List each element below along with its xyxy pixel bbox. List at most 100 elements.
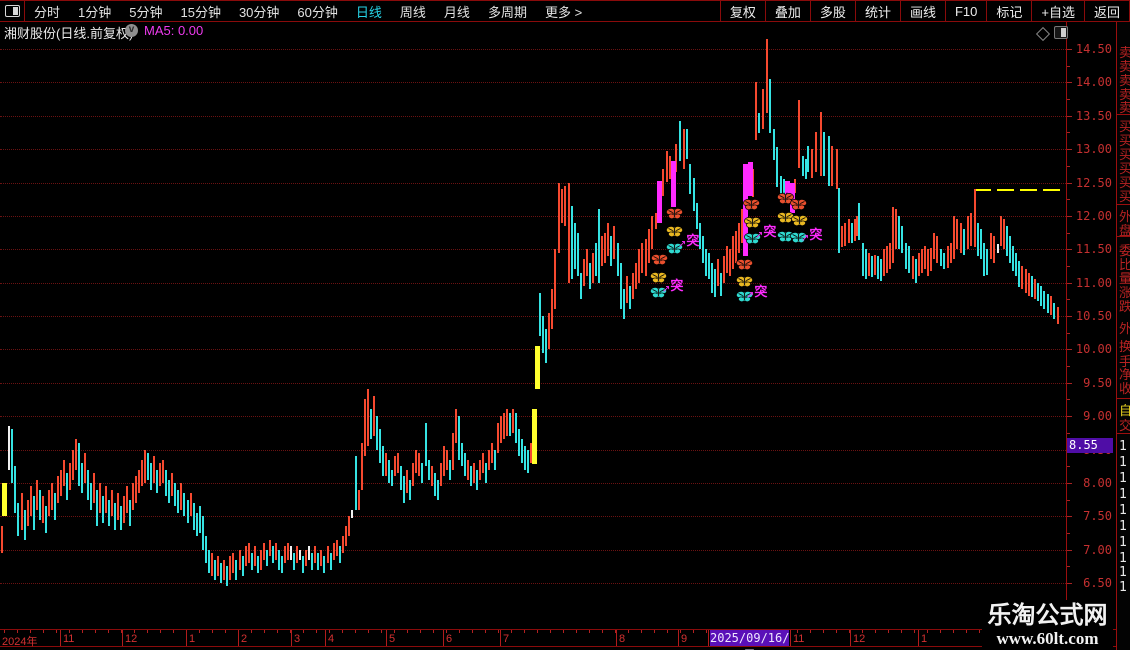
price-tick-label: 12.00 <box>1075 208 1112 223</box>
period-tab-周线[interactable]: 周线 <box>391 2 435 21</box>
tool-button-画线[interactable]: 画线 <box>899 1 945 21</box>
tool-button-标记[interactable]: 标记 <box>986 1 1031 21</box>
right-panel-char: 卖 <box>1119 101 1130 115</box>
tool-button-返回[interactable]: 返回 <box>1083 1 1130 21</box>
chart-plot-area[interactable] <box>0 40 1066 629</box>
chevron-down-icon[interactable]: v <box>125 24 138 37</box>
right-panel-separator <box>1117 398 1130 399</box>
month-label: 12 <box>853 633 866 645</box>
pane-toggle-icon[interactable] <box>1054 26 1068 39</box>
tool-button-复权[interactable]: 复权 <box>719 1 765 21</box>
right-panel-char: 买 <box>1119 148 1130 162</box>
time-minor-tick <box>368 630 369 633</box>
price-minor-tick <box>1067 366 1070 368</box>
time-minor-tick <box>628 630 629 633</box>
price-tick-label: 9.50 <box>1083 375 1112 390</box>
right-panel-char: 1 <box>1119 552 1127 566</box>
tool-button-多股[interactable]: 多股 <box>809 1 855 21</box>
watermark: 乐淘公式网 www.60lt.com <box>982 600 1113 650</box>
right-panel-char: 买 <box>1119 190 1130 204</box>
time-minor-tick <box>108 630 109 633</box>
period-tab-60分钟[interactable]: 60分钟 <box>288 2 346 21</box>
right-panel-char: 买 <box>1119 162 1130 176</box>
time-minor-tick <box>173 630 174 633</box>
right-panel-char: 量 <box>1119 272 1130 286</box>
right-panel-char: 1 <box>1119 581 1127 595</box>
time-minor-tick <box>498 630 499 633</box>
right-panel-char: 收 <box>1119 382 1130 396</box>
price-minor-tick <box>1067 65 1070 67</box>
period-tab-1分钟[interactable]: 1分钟 <box>69 2 120 21</box>
price-tick-label: 12.50 <box>1075 175 1112 190</box>
tool-button-+自选[interactable]: +自选 <box>1031 1 1084 21</box>
time-minor-tick <box>589 630 590 633</box>
chart-title-bar: 湘财股份(日线.前复权) v MA5: 0.00 <box>0 22 1068 42</box>
right-panel-clipped[interactable]: 卖卖卖卖卖买买买买买买外盘委比量涨跌外换手净收自交1111111111 <box>1116 22 1130 650</box>
time-minor-tick <box>316 630 317 633</box>
time-minor-tick <box>342 630 343 633</box>
tool-button-统计[interactable]: 统计 <box>854 1 900 21</box>
tool-button-F10[interactable]: F10 <box>944 1 986 21</box>
right-panel-char: 外 <box>1119 210 1130 224</box>
month-separator <box>186 630 187 646</box>
month-separator <box>325 630 326 646</box>
period-tab-15分钟[interactable]: 15分钟 <box>171 2 229 21</box>
price-tick-label: 13.50 <box>1075 108 1112 123</box>
price-minor-tick <box>1067 566 1070 568</box>
price-tick-label: 9.00 <box>1083 409 1112 424</box>
period-tab-多周期[interactable]: 多周期 <box>479 2 536 21</box>
month-separator <box>386 630 387 646</box>
stock-title: 湘财股份(日线.前复权) <box>4 26 134 41</box>
price-minor-tick <box>1067 466 1070 468</box>
price-tick-label: 10.00 <box>1075 342 1112 357</box>
time-minor-tick <box>381 630 382 633</box>
price-minor-tick <box>1067 432 1070 434</box>
price-tick-label: 6.50 <box>1083 576 1112 590</box>
right-panel-char: 委 <box>1119 244 1130 258</box>
month-separator <box>708 630 709 646</box>
time-minor-tick <box>82 630 83 633</box>
right-panel-char: 卖 <box>1119 60 1130 74</box>
diamond-marker-icon[interactable] <box>1035 26 1051 42</box>
tool-button-叠加[interactable]: 叠加 <box>764 1 810 21</box>
time-minor-tick <box>901 630 902 633</box>
time-axis[interactable]: 2024年1112123456789111212025/09/16/二 <box>0 629 1130 650</box>
tool-buttons: 复权 叠加 多股 统计 画线 F10 标记 +自选 返回 <box>719 1 1130 21</box>
time-minor-tick <box>602 630 603 633</box>
right-panel-separator <box>1117 204 1130 205</box>
month-separator <box>122 630 123 646</box>
right-panel-char: 1 <box>1119 504 1127 518</box>
selected-date-box: 2025/09/16/二 <box>710 630 790 650</box>
period-tab-更多 >[interactable]: 更多 > <box>536 2 591 21</box>
price-minor-tick <box>1067 199 1070 201</box>
right-panel-char: 买 <box>1119 120 1130 134</box>
price-tick-label: 13.00 <box>1075 142 1112 157</box>
right-panel-char: 换 <box>1119 340 1130 354</box>
right-panel-char: 卖 <box>1119 46 1130 60</box>
price-minor-tick <box>1067 332 1070 334</box>
price-minor-tick <box>1067 232 1070 234</box>
layout-toggle-button[interactable] <box>0 1 25 21</box>
month-label: 8 <box>619 633 626 645</box>
period-tab-30分钟[interactable]: 30分钟 <box>230 2 288 21</box>
time-minor-tick <box>524 630 525 633</box>
period-tab-日线[interactable]: 日线 <box>347 2 391 21</box>
right-panel-char: 1 <box>1119 440 1127 454</box>
time-minor-tick <box>537 630 538 633</box>
period-tab-月线[interactable]: 月线 <box>435 2 479 21</box>
price-tick-label: 8.00 <box>1083 475 1112 490</box>
time-minor-tick <box>966 630 967 633</box>
right-panel-char: 1 <box>1119 520 1127 534</box>
tdx-chart-window: 分时 1分钟 5分钟 15分钟 30分钟 60分钟 日线 周线 月线 多周期 更多 > 复权 叠加 多股… <box>0 0 1130 650</box>
time-minor-tick <box>576 630 577 633</box>
price-minor-tick <box>1067 399 1070 401</box>
right-panel-char: 买 <box>1119 176 1130 190</box>
ma-indicator-label: MA5: 0.00 <box>144 23 204 38</box>
time-minor-tick <box>511 630 512 633</box>
time-minor-tick <box>927 630 928 633</box>
period-tab-5分钟[interactable]: 5分钟 <box>120 2 171 21</box>
period-tab-分时[interactable]: 分时 <box>25 2 69 21</box>
time-minor-tick <box>160 630 161 633</box>
month-separator <box>238 630 239 646</box>
watermark-site-name: 乐淘公式网 <box>987 601 1108 629</box>
